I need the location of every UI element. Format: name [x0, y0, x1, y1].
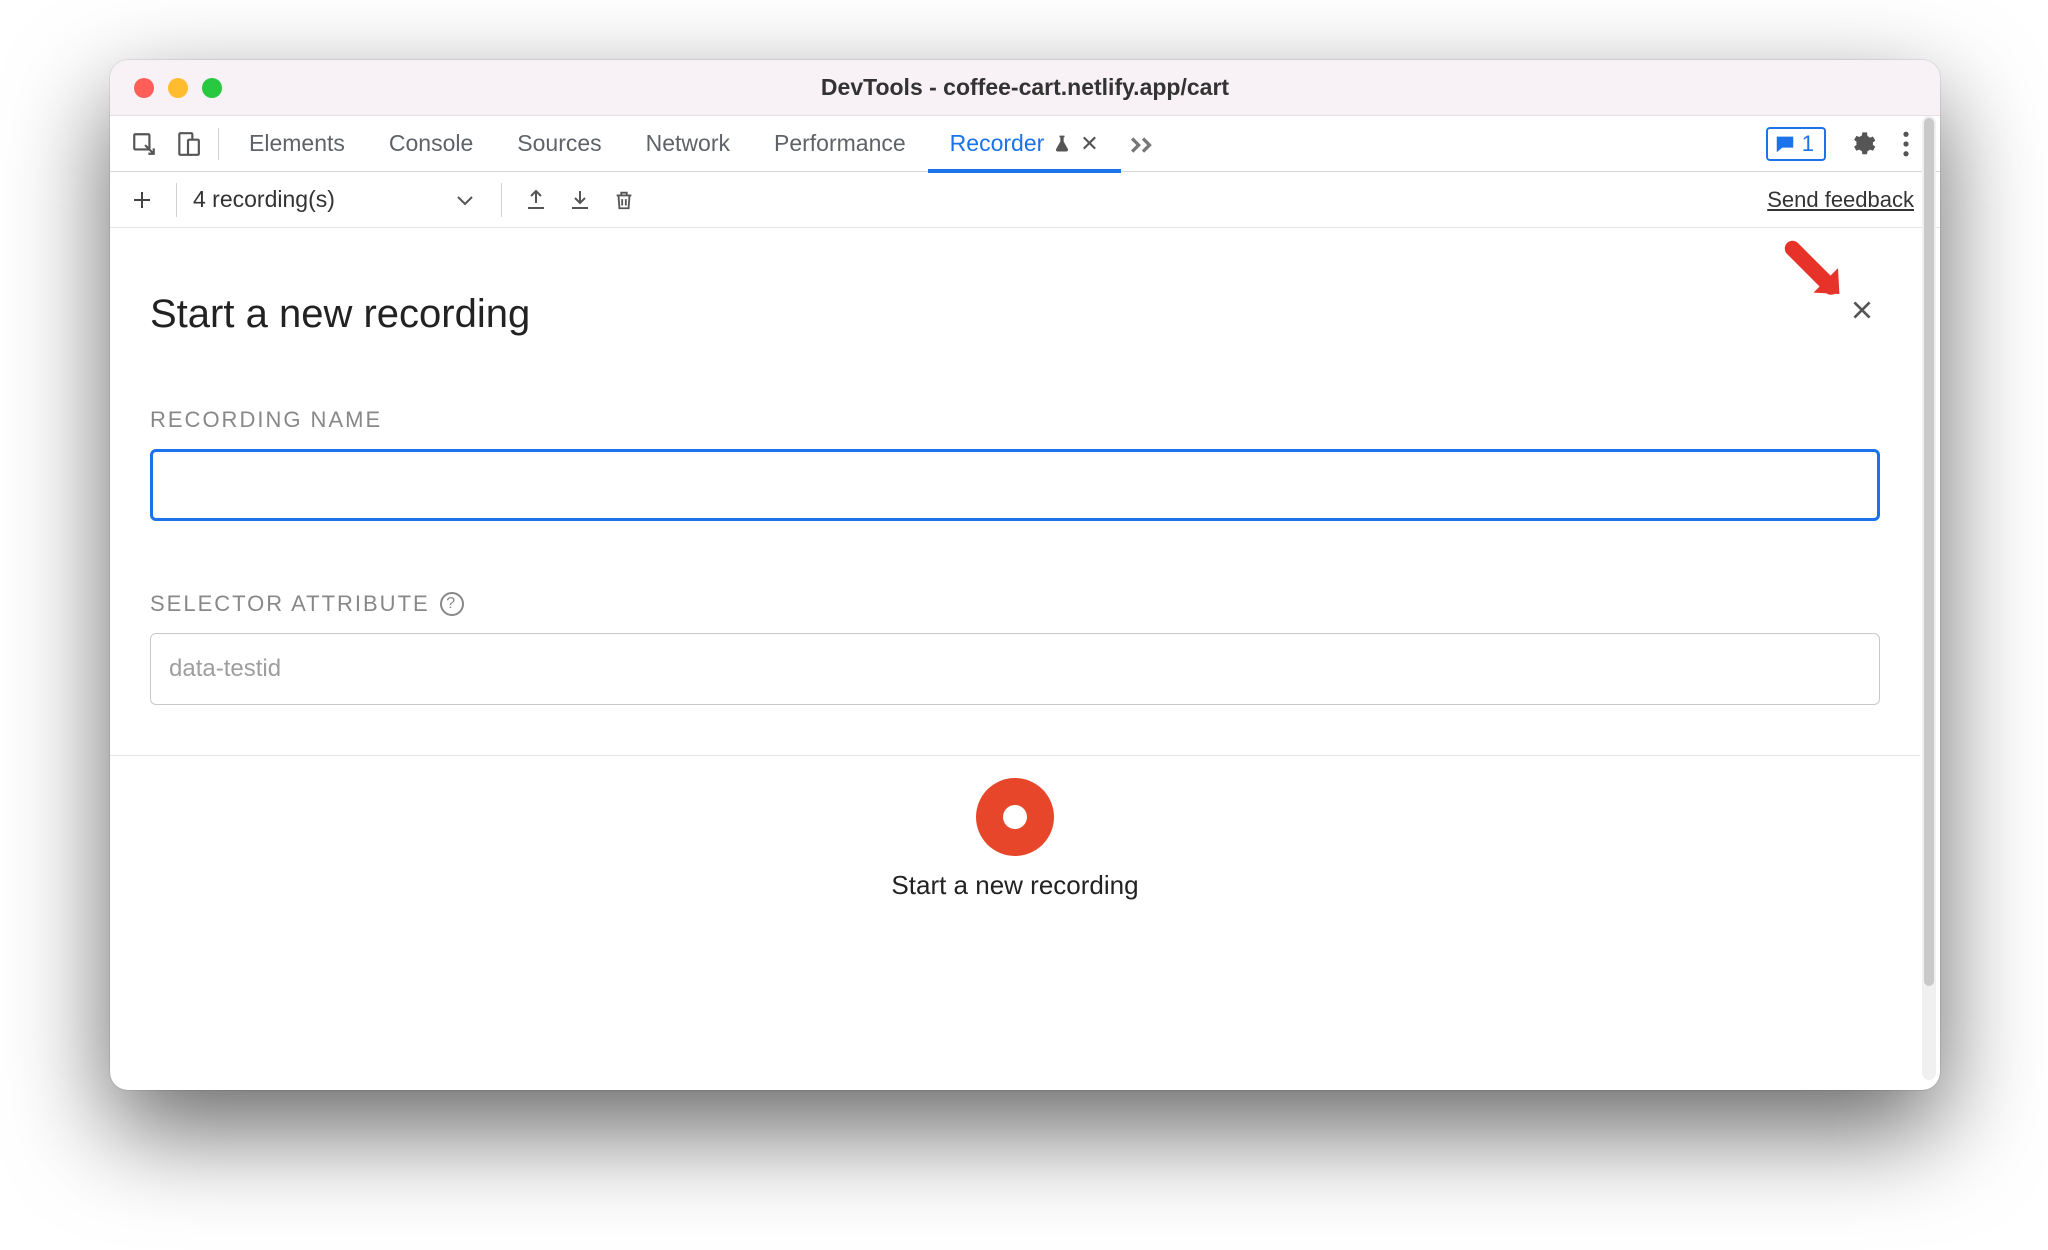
close-icon [1849, 297, 1875, 323]
devtools-window: DevTools - coffee-cart.netlify.app/cart … [110, 60, 1940, 1090]
tab-network[interactable]: Network [624, 116, 752, 172]
tab-label: Console [389, 130, 473, 157]
tab-console[interactable]: Console [367, 116, 495, 172]
tab-elements[interactable]: Elements [227, 116, 367, 172]
window-maximize-button[interactable] [202, 78, 222, 98]
tab-label: Network [646, 130, 730, 157]
tab-label: Sources [517, 130, 601, 157]
annotation-arrow-icon [1782, 238, 1852, 308]
help-icon[interactable]: ? [440, 592, 464, 616]
issues-badge[interactable]: 1 [1766, 127, 1826, 161]
tab-close-icon[interactable]: ✕ [1080, 131, 1098, 157]
tab-sources[interactable]: Sources [495, 116, 623, 172]
scrollbar-thumb[interactable] [1924, 118, 1934, 986]
tab-performance[interactable]: Performance [752, 116, 928, 172]
record-dot-icon [1003, 805, 1027, 829]
divider [218, 128, 219, 160]
vertical-scrollbar[interactable] [1922, 116, 1936, 1080]
window-minimize-button[interactable] [168, 78, 188, 98]
delete-icon[interactable] [606, 182, 642, 218]
selector-attribute-label: SELECTOR ATTRIBUTE [150, 591, 430, 617]
message-icon [1774, 133, 1796, 155]
window-titlebar: DevTools - coffee-cart.netlify.app/cart [110, 60, 1940, 116]
window-title: DevTools - coffee-cart.netlify.app/cart [110, 74, 1940, 101]
import-icon[interactable] [562, 182, 598, 218]
devtools-tabbar: Elements Console Sources Network Perform… [110, 116, 1940, 172]
new-recording-button[interactable] [124, 182, 160, 218]
inspect-element-icon[interactable] [122, 122, 166, 166]
recordings-count-label: 4 recording(s) [193, 186, 335, 213]
tab-label: Recorder [950, 130, 1045, 157]
recorder-toolbar: 4 recording(s) Send feedback [110, 172, 1940, 228]
device-toolbar-icon[interactable] [166, 122, 210, 166]
panel-close-button[interactable] [1844, 292, 1880, 328]
chevron-down-icon [455, 193, 475, 207]
panel-title: Start a new recording [150, 292, 530, 337]
recording-name-input[interactable] [150, 449, 1880, 521]
issues-count: 1 [1802, 131, 1814, 157]
divider [501, 183, 502, 217]
send-feedback-link[interactable]: Send feedback [1767, 187, 1914, 213]
start-recording-label: Start a new recording [891, 870, 1138, 901]
traffic-lights [110, 78, 222, 98]
recording-name-label: RECORDING NAME [150, 407, 1880, 433]
divider [176, 183, 177, 217]
experiment-flask-icon [1052, 134, 1072, 154]
window-close-button[interactable] [134, 78, 154, 98]
more-tabs-icon[interactable] [1121, 122, 1165, 166]
tab-label: Elements [249, 130, 345, 157]
recorder-panel: Start a new recording RECORDING NAME SEL… [110, 228, 1920, 1090]
settings-gear-icon[interactable] [1840, 122, 1884, 166]
start-recording-button[interactable] [976, 778, 1054, 856]
selector-attribute-input[interactable] [150, 633, 1880, 705]
tab-recorder[interactable]: Recorder ✕ [928, 116, 1121, 172]
divider [110, 755, 1920, 756]
recordings-dropdown[interactable]: 4 recording(s) [193, 186, 485, 213]
export-icon[interactable] [518, 182, 554, 218]
tab-label: Performance [774, 130, 906, 157]
